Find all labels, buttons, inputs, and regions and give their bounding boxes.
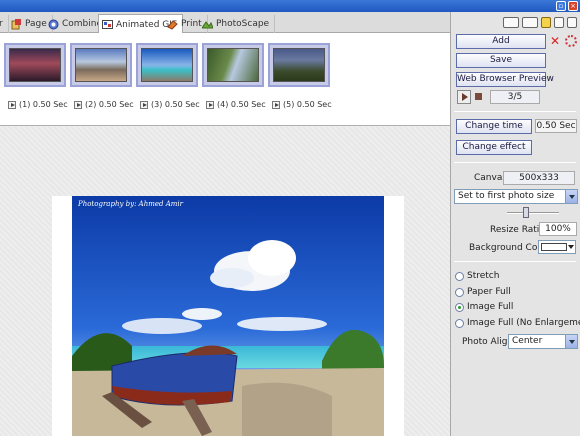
beach-photo (72, 196, 384, 436)
beach-icon (141, 48, 193, 82)
radio-label: Image Full (No Enlargement) (467, 318, 580, 328)
web-browser-preview-button[interactable]: Web Browser Preview (456, 72, 554, 87)
page-icon (11, 18, 22, 30)
divider (454, 261, 576, 262)
dropdown-value: Center (512, 336, 543, 346)
resize-ratio-input[interactable]: 100% (539, 222, 577, 236)
gif-canvas: Photography by: Ahmed Amir (52, 196, 404, 436)
valley-icon (273, 48, 325, 82)
frame-duration: (3) 0.50 Sec (151, 100, 200, 109)
play-frame-icon[interactable] (8, 100, 16, 109)
dropdown-value: Set to first photo size (458, 191, 555, 201)
frame-thumbnail[interactable] (202, 43, 264, 87)
frame-caption[interactable]: (3) 0.50 Sec (140, 100, 200, 109)
frame-thumbnail[interactable] (70, 43, 132, 87)
frame-duration: (5) 0.50 Sec (283, 100, 332, 109)
photo-credit: Photography by: Ahmed Amir (78, 200, 183, 208)
help-icon[interactable] (567, 16, 577, 28)
tab-label: PhotoScape (216, 19, 270, 29)
panel-toolbar (451, 12, 580, 32)
add-button[interactable]: Add (456, 34, 546, 49)
restore-window-icon[interactable]: ▫ (556, 1, 566, 11)
radio-paper-full[interactable]: Paper Full (455, 287, 511, 297)
canvas-size-dropdown[interactable]: Set to first photo size (454, 189, 578, 204)
frame-duration: (2) 0.50 Sec (85, 100, 134, 109)
play-frame-icon[interactable] (140, 100, 148, 109)
close-window-icon[interactable]: × (568, 1, 578, 11)
resize-slider-thumb[interactable] (523, 207, 530, 218)
color-swatch (541, 243, 567, 251)
radio-label: Stretch (467, 271, 500, 281)
canvas-size-value: 500x333 (503, 171, 575, 185)
frame-caption[interactable]: (4) 0.50 Sec (206, 100, 266, 109)
frame-caption[interactable]: (5) 0.50 Sec (272, 100, 332, 109)
play-frame-icon[interactable] (272, 100, 280, 109)
frame-caption[interactable]: (2) 0.50 Sec (74, 100, 134, 109)
gif-file-icon[interactable] (522, 16, 538, 28)
divider (454, 162, 576, 163)
background-color-picker[interactable] (538, 240, 576, 254)
stop-animation-icon[interactable] (471, 90, 485, 104)
window-title-bar: ▫ × (0, 0, 580, 12)
animated-gif-icon (102, 19, 113, 30)
sunset-icon (9, 48, 61, 82)
delete-icon[interactable]: ✕ (550, 35, 560, 47)
play-animation-icon[interactable] (457, 90, 471, 104)
frame-strip: (1) 0.50 Sec (2) 0.50 Sec (3) 0.50 Sec (… (0, 33, 450, 126)
save-button[interactable]: Save (456, 53, 546, 68)
tab-label: r (0, 19, 3, 29)
play-frame-icon[interactable] (74, 100, 82, 109)
chevron-down-icon (565, 190, 577, 203)
mountain-icon (75, 48, 127, 82)
print-icon (167, 19, 178, 30)
frame-duration: (1) 0.50 Sec (19, 100, 68, 109)
settings-gear-icon[interactable] (565, 35, 577, 47)
time-value: 0.50 Sec (535, 119, 577, 133)
river-icon (207, 48, 259, 82)
film-icon[interactable] (503, 16, 519, 28)
tab-photoscape[interactable]: PhotoScape (199, 15, 276, 33)
divider (454, 111, 576, 112)
photoscape-icon (201, 19, 214, 30)
photo-align-dropdown[interactable]: Center (508, 334, 578, 349)
chevron-down-icon (568, 245, 574, 249)
radio-stretch[interactable]: Stretch (455, 271, 499, 281)
resize-ratio-label: Resize Ratio (490, 225, 545, 235)
radio-image-full[interactable]: Image Full (455, 302, 513, 312)
window-controls: ▫ × (556, 1, 578, 11)
chevron-down-icon (565, 335, 577, 348)
radio-image-full-no-enlargement[interactable]: Image Full (No Enlargement) (455, 318, 580, 328)
copy-icon[interactable] (554, 16, 564, 28)
frame-thumbnail[interactable] (4, 43, 66, 87)
frame-caption[interactable]: (1) 0.50 Sec (8, 100, 68, 109)
combine-icon (48, 19, 59, 30)
frame-thumbnail[interactable] (268, 43, 330, 87)
radio-button[interactable] (455, 287, 464, 297)
radio-label: Paper Full (467, 287, 511, 297)
radio-button[interactable] (455, 302, 464, 312)
play-frame-icon[interactable] (206, 100, 214, 109)
frame-duration: (4) 0.50 Sec (217, 100, 266, 109)
change-time-button[interactable]: Change time (456, 119, 532, 134)
radio-label: Image Full (467, 302, 514, 312)
current-frame-photo: Photography by: Ahmed Amir (72, 196, 384, 436)
frame-thumbnail[interactable] (136, 43, 198, 87)
radio-button[interactable] (455, 271, 464, 281)
radio-button[interactable] (455, 318, 464, 328)
tab-label: Combine (62, 19, 103, 29)
change-effect-button[interactable]: Change effect (456, 140, 532, 155)
lock-icon[interactable] (541, 16, 551, 28)
tab-bar: r Page Combine Animated GIF Print PhotoS… (0, 12, 450, 34)
tab-label: Page (25, 19, 47, 29)
photo-align-label: Photo Align (462, 337, 514, 347)
resize-slider[interactable] (507, 212, 559, 214)
frame-counter: 3/5 (490, 90, 540, 104)
preview-area: Photography by: Ahmed Amir (0, 127, 450, 436)
